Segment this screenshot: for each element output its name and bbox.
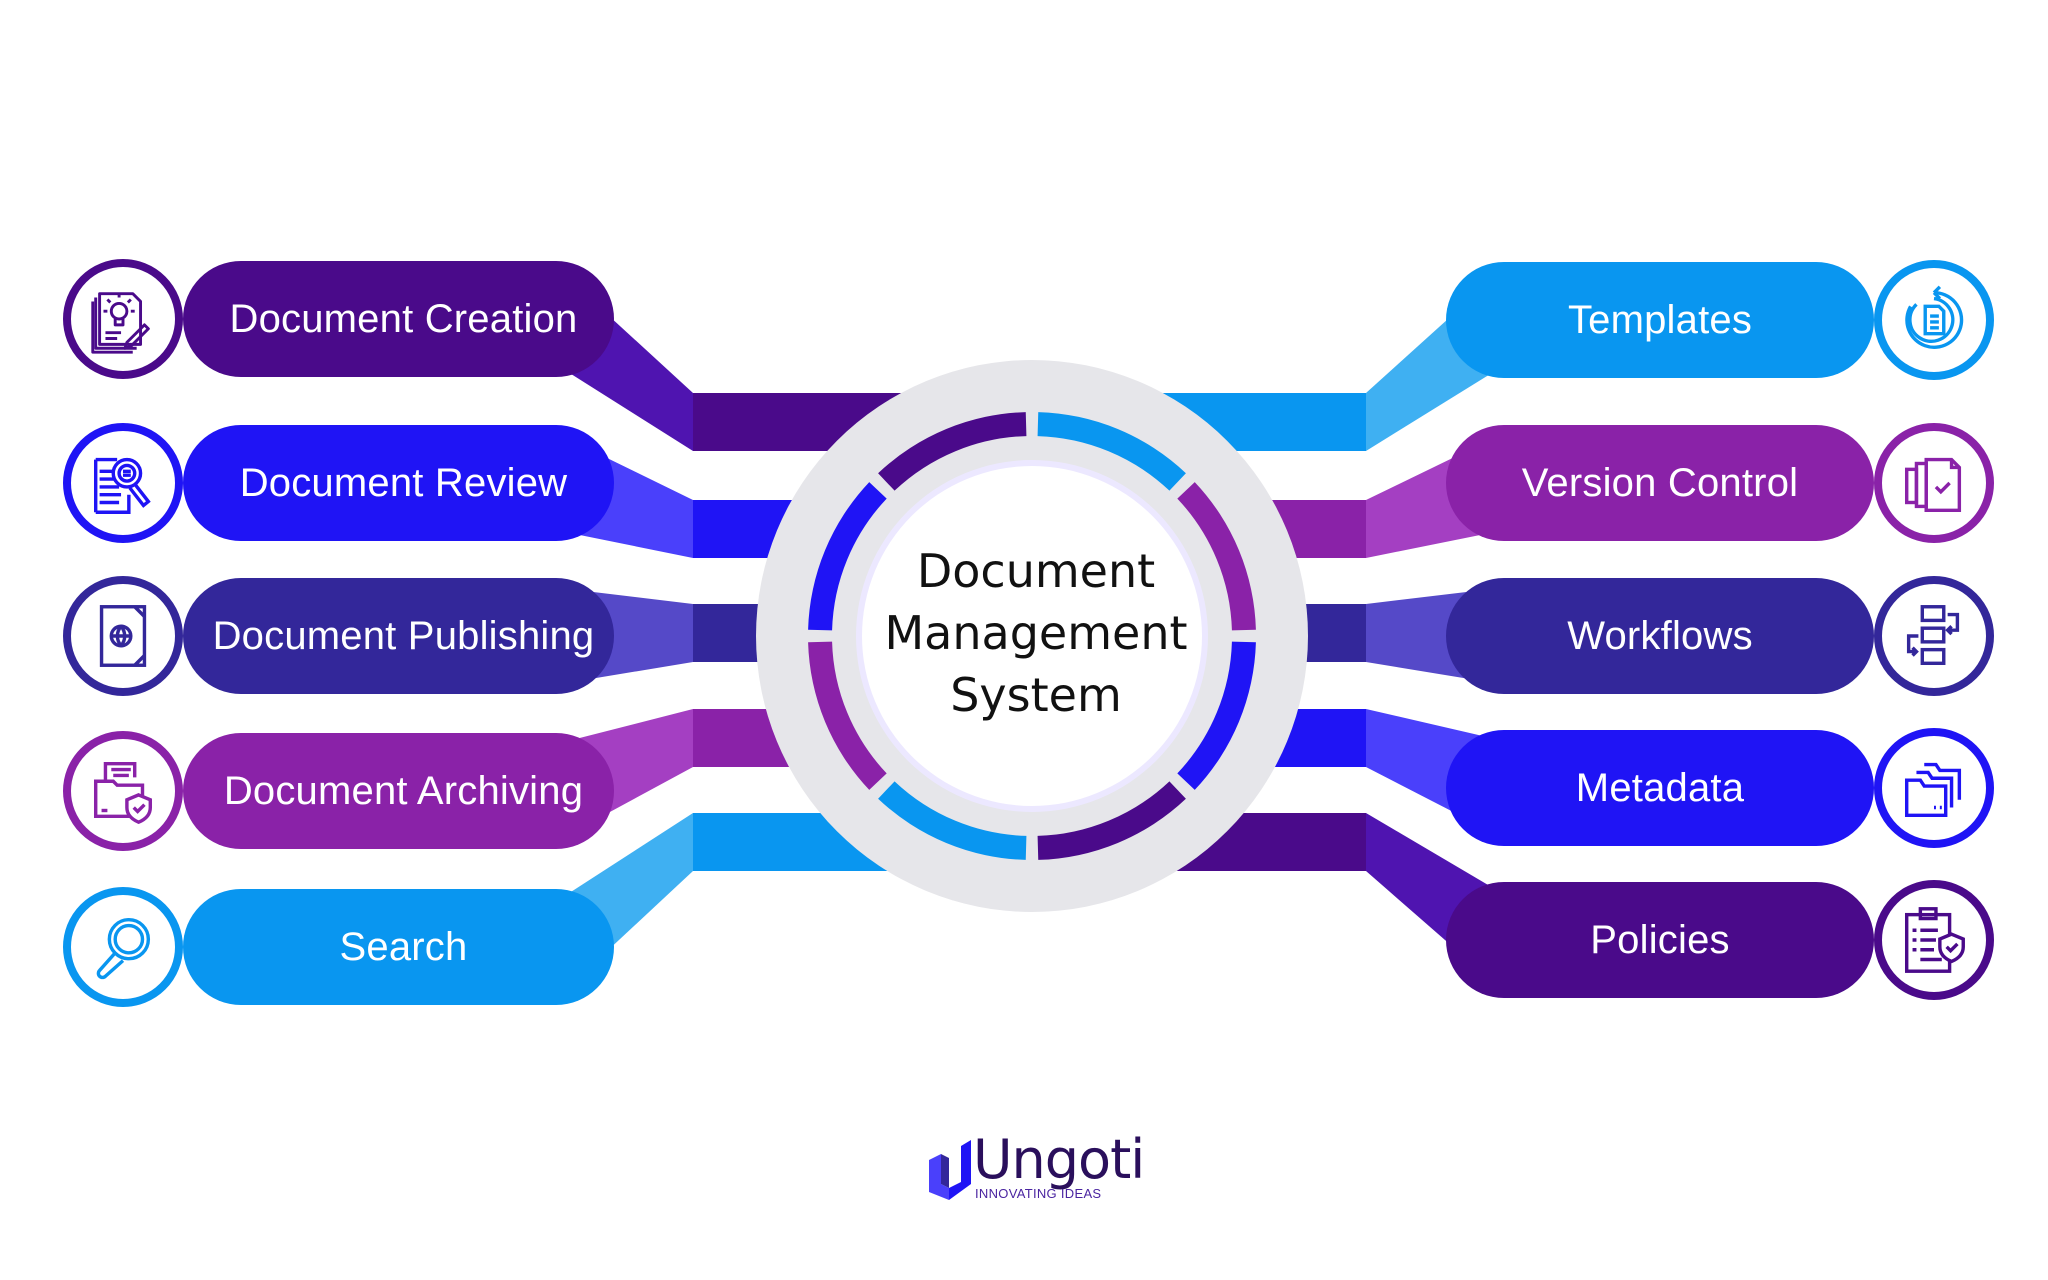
- stacked-folders-icon: [1874, 728, 1994, 848]
- hub-title-line-1: Document: [916, 544, 1156, 598]
- feature-document-archiving[interactable]: Document Archiving: [183, 733, 614, 849]
- infographic: Document Management System Document Crea…: [0, 0, 2048, 1280]
- stacked-documents-check-icon: [1874, 423, 1994, 543]
- feature-label: Document Creation: [229, 296, 578, 341]
- feature-label: Policies: [1590, 917, 1730, 962]
- feature-label: Search: [339, 924, 468, 969]
- logo-wordmark: Ungoti: [973, 1128, 1145, 1191]
- hub-title-line-2: Management: [884, 606, 1188, 660]
- hub-title: Document Management System: [856, 540, 1216, 726]
- feature-policies[interactable]: Policies: [1446, 882, 1874, 998]
- feature-metadata[interactable]: Metadata: [1446, 730, 1874, 846]
- feature-search[interactable]: Search: [183, 889, 614, 1005]
- feature-document-review[interactable]: Document Review: [183, 425, 614, 541]
- feature-label: Templates: [1567, 297, 1753, 342]
- brand-logo: Ungoti INNOVATING IDEAS: [925, 1128, 1155, 1206]
- feature-label: Document Publishing: [212, 613, 595, 658]
- magnifying-glass-icon: [63, 887, 183, 1007]
- feature-label: Metadata: [1575, 765, 1745, 810]
- feature-version-control[interactable]: Version Control: [1446, 425, 1874, 541]
- clipboard-shield-icon: [1874, 880, 1994, 1000]
- feature-templates[interactable]: Templates: [1446, 262, 1874, 378]
- feature-document-creation[interactable]: Document Creation: [183, 261, 614, 377]
- feature-document-publishing[interactable]: Document Publishing: [183, 578, 614, 694]
- logo-tagline: INNOVATING IDEAS: [975, 1186, 1102, 1201]
- workflow-boxes-arrows-icon: [1874, 576, 1994, 696]
- document-lightbulb-pencil-icon: [63, 259, 183, 379]
- feature-label: Workflows: [1567, 613, 1753, 658]
- document-magnifier-icon: [63, 423, 183, 543]
- logo-mark-icon: [929, 1140, 971, 1200]
- document-refresh-icon: [1874, 260, 1994, 380]
- hub-title-line-3: System: [950, 668, 1122, 722]
- document-globe-icon: [63, 576, 183, 696]
- feature-label: Document Review: [239, 460, 568, 505]
- folder-shield-icon: [63, 731, 183, 851]
- feature-label: Version Control: [1521, 460, 1799, 505]
- feature-label: Document Archiving: [223, 768, 584, 813]
- feature-workflows[interactable]: Workflows: [1446, 578, 1874, 694]
